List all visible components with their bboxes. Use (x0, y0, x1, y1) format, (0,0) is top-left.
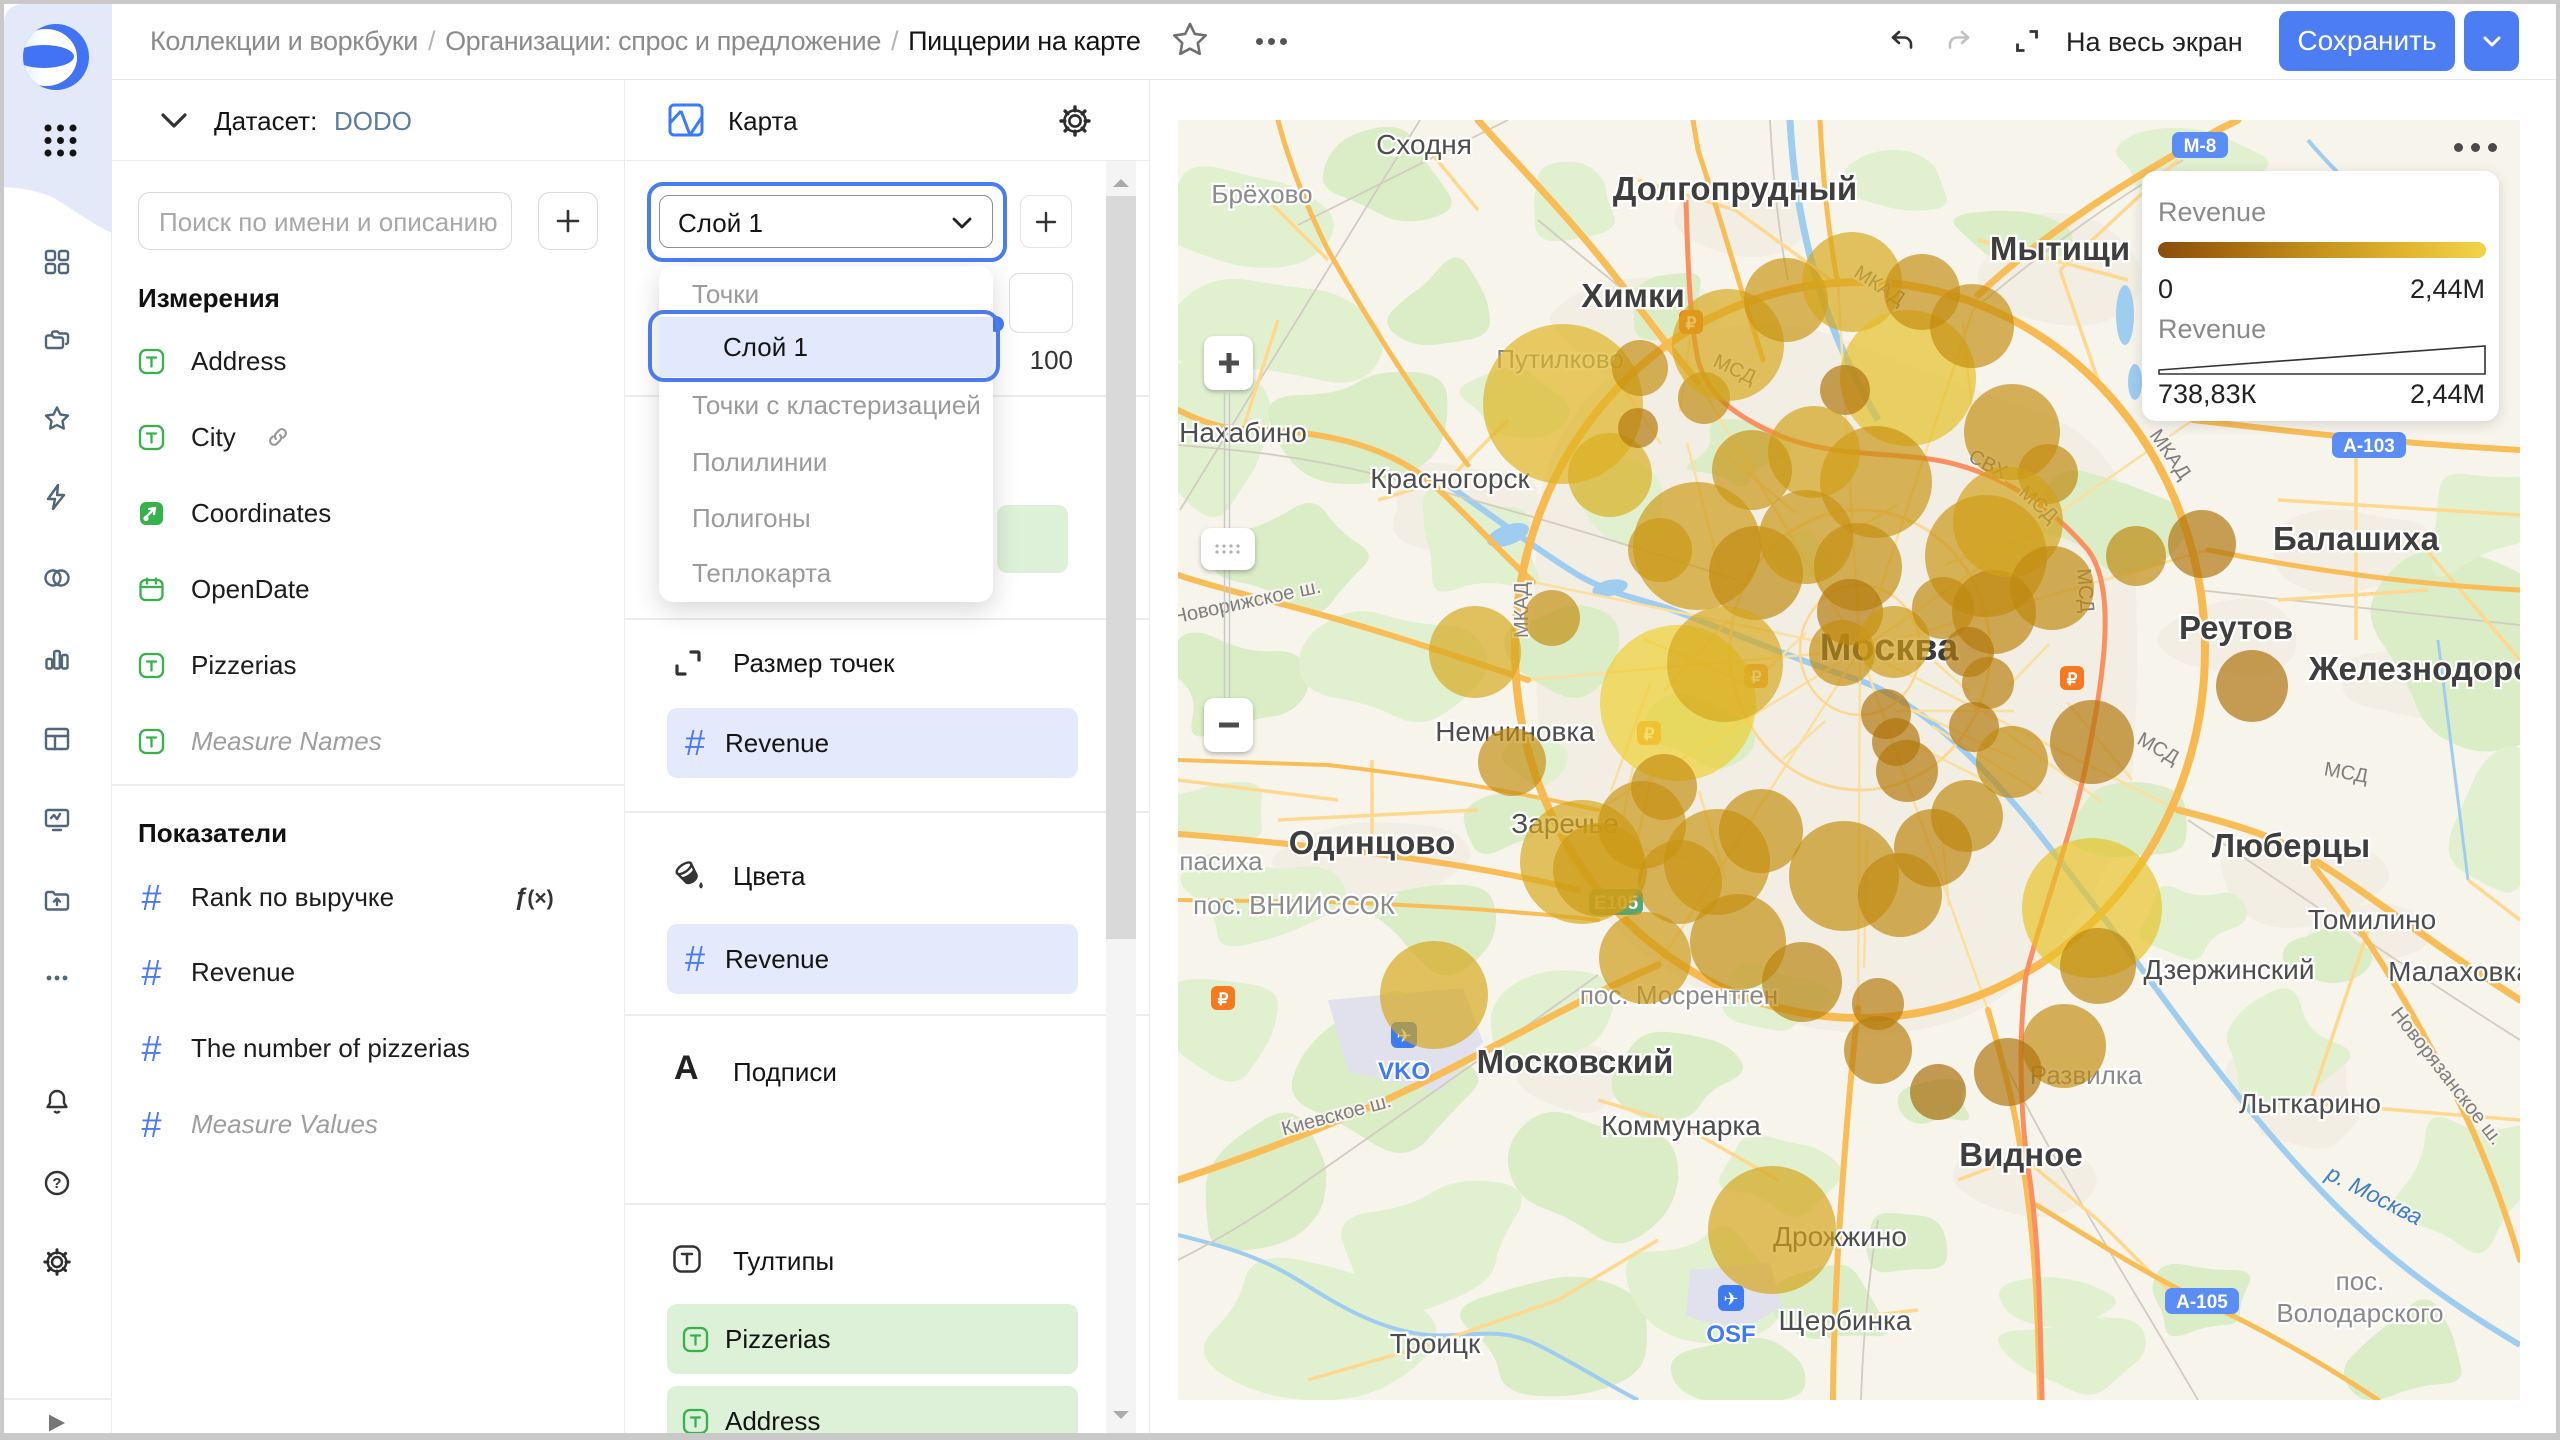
svg-text:Лыткарино: Лыткарино (2239, 1088, 2381, 1119)
svg-text:₽: ₽ (2067, 670, 2078, 689)
svg-text:?: ? (52, 1175, 61, 1192)
svg-text:Реутов: Реутов (2179, 609, 2293, 646)
svg-text:Красногорск: Красногорск (1370, 463, 1530, 494)
svg-text:✈: ✈ (1723, 1289, 1738, 1309)
svg-text:₽: ₽ (1218, 990, 1229, 1009)
svg-text:Одинцово: Одинцово (1289, 824, 1455, 861)
svg-text:Коммунарка: Коммунарка (1601, 1110, 1761, 1141)
svg-text:пасиха: пасиха (1179, 846, 1263, 876)
svg-text:VKO: VKO (1378, 1058, 1430, 1085)
svg-text:Долгопрудный: Долгопрудный (1613, 170, 1857, 207)
svg-text:Мытищи: Мытищи (1990, 230, 2130, 267)
svg-text:пос.: пос. (2336, 1266, 2385, 1296)
svg-text:OSF: OSF (1706, 1321, 1755, 1348)
svg-text:Малаховка: Малаховка (2388, 956, 2520, 987)
svg-text:Троицк: Троицк (1390, 1328, 1481, 1359)
svg-text:Томилино: Томилино (2308, 904, 2436, 935)
svg-text:Железнодоро: Железнодоро (2308, 650, 2520, 687)
svg-text:А-103: А-103 (2343, 436, 2395, 457)
svg-text:Щербинка: Щербинка (1779, 1305, 1912, 1336)
svg-text:Нахабино: Нахабино (1179, 417, 1307, 448)
svg-text:М-8: М-8 (2184, 136, 2217, 157)
svg-text:Видное: Видное (1959, 1136, 2083, 1173)
svg-text:Химки: Химки (1581, 277, 1685, 314)
svg-text:Люберцы: Люберцы (2212, 827, 2370, 864)
svg-text:Володарского: Володарского (2276, 1298, 2443, 1328)
svg-text:Дзержинский: Дзержинский (2144, 954, 2315, 985)
svg-text:А-105: А-105 (2176, 1292, 2228, 1313)
svg-text:Сходня: Сходня (1376, 129, 1472, 160)
svg-text:Балашиха: Балашиха (2273, 520, 2440, 557)
svg-text:пос. ВНИИССОК: пос. ВНИИССОК (1193, 890, 1395, 920)
svg-text:Брёхово: Брёхово (1211, 179, 1312, 209)
svg-text:Московский: Московский (1477, 1043, 1674, 1080)
